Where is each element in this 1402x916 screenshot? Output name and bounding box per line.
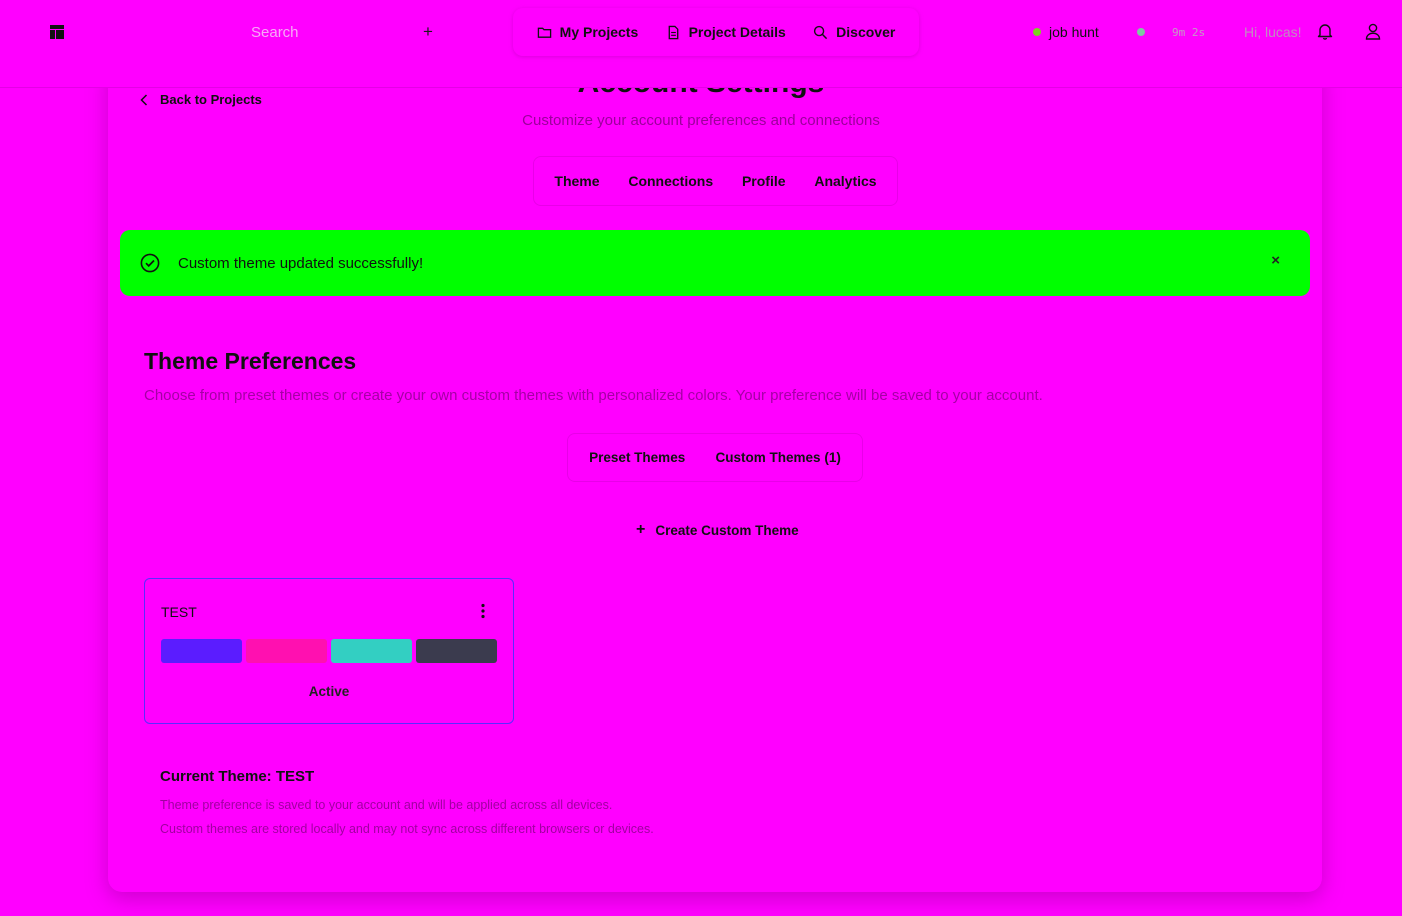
active-status: Active <box>308 684 350 699</box>
plus-icon: + <box>636 521 646 538</box>
check-circle-icon <box>140 253 160 273</box>
nav-project-details[interactable]: Project Details <box>666 24 786 40</box>
close-alert-button[interactable]: × <box>1271 252 1280 269</box>
tab-connections[interactable]: Connections <box>628 173 713 189</box>
current-theme-label: Current Theme: TEST <box>160 768 315 785</box>
success-alert: Custom theme updated successfully! × <box>120 230 1310 296</box>
timer-dot <box>1137 28 1145 36</box>
status-label: job hunt <box>1049 24 1099 40</box>
back-label: Back to Projects <box>160 92 262 107</box>
swatch-secondary <box>246 639 327 663</box>
theme-note: Custom themes are stored locally and may… <box>160 822 654 836</box>
create-label: Create Custom Theme <box>655 522 799 538</box>
nav-my-projects[interactable]: My Projects <box>537 24 639 40</box>
nav-my-projects-label: My Projects <box>559 24 639 40</box>
nav-discover-label: Discover <box>836 24 896 40</box>
section-title: Theme Preferences <box>144 348 357 374</box>
search-icon <box>814 25 828 39</box>
section-description: Choose from preset themes or create your… <box>144 387 1043 404</box>
main-nav: My Projects Project Details Discover <box>513 8 919 56</box>
custom-theme-card[interactable]: TEST Active <box>144 578 514 724</box>
session-timer: 9m 2s <box>1172 26 1206 39</box>
theme-name: TEST <box>161 604 197 620</box>
color-swatches <box>161 639 497 663</box>
nav-discover[interactable]: Discover <box>813 24 895 40</box>
swatch-neutral <box>416 639 497 663</box>
swatch-accent <box>331 639 412 663</box>
document-icon <box>668 25 678 39</box>
page-subtitle: Customize your account preferences and c… <box>522 112 880 129</box>
theme-subtabs: Preset Themes Custom Themes (1) <box>567 433 863 482</box>
nav-project-details-label: Project Details <box>688 24 786 40</box>
tab-profile[interactable]: Profile <box>742 173 786 189</box>
more-options-icon[interactable] <box>481 603 485 619</box>
user-greeting: Hi, lucas! <box>1244 24 1302 40</box>
tab-theme[interactable]: Theme <box>554 173 599 189</box>
settings-tabs: Theme Connections Profile Analytics <box>533 156 898 206</box>
job-status[interactable]: job hunt <box>1033 24 1099 40</box>
bell-icon[interactable] <box>1316 22 1334 40</box>
top-bar: Search + My Projects Project Details Dis… <box>0 0 1402 88</box>
tab-custom-themes[interactable]: Custom Themes (1) <box>716 450 841 465</box>
search-input[interactable]: Search <box>251 24 299 41</box>
swatch-primary <box>161 639 242 663</box>
theme-note: Theme preference is saved to your accoun… <box>160 798 613 812</box>
back-to-projects-link[interactable]: Back to Projects <box>140 92 262 107</box>
user-icon[interactable] <box>1364 22 1382 40</box>
status-dot <box>1033 28 1041 36</box>
tab-preset-themes[interactable]: Preset Themes <box>589 450 685 465</box>
add-button[interactable]: + <box>423 22 433 42</box>
chevron-left-icon <box>140 93 148 106</box>
alert-message: Custom theme updated successfully! <box>178 254 424 272</box>
folder-icon <box>537 27 551 38</box>
layout-logo-icon[interactable] <box>50 25 64 39</box>
tab-analytics[interactable]: Analytics <box>814 173 876 189</box>
create-custom-theme-button[interactable]: + Create Custom Theme <box>636 521 799 539</box>
